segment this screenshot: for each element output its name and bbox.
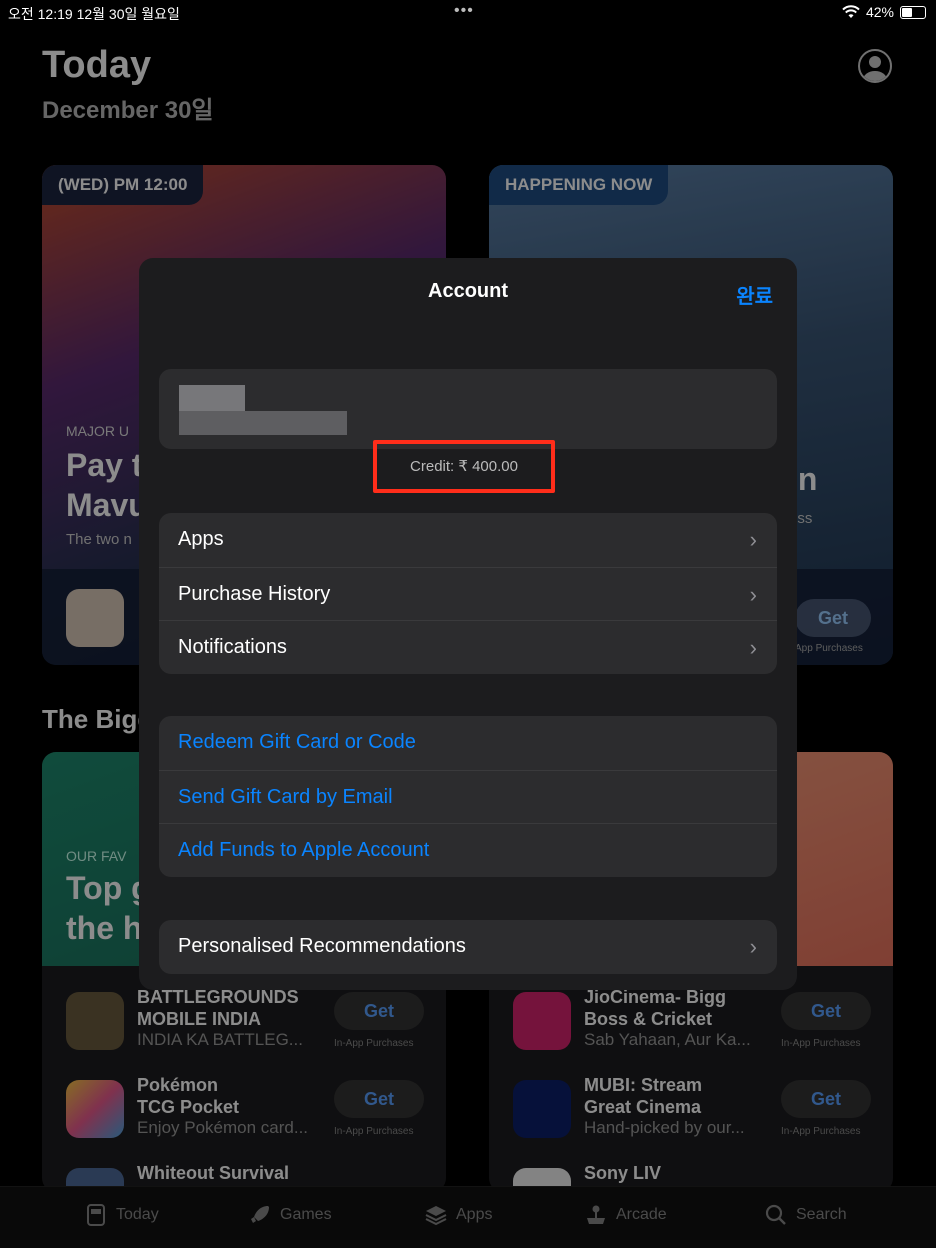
- get-button[interactable]: Get: [334, 1080, 424, 1118]
- tab-games[interactable]: Games: [248, 1203, 332, 1227]
- account-menu-group: Apps › Purchase History › Notifications …: [159, 513, 777, 674]
- card-subtitle: OUR FAV: [66, 848, 127, 864]
- card-headline: Top g the h: [66, 870, 151, 946]
- card-tag: HAPPENING NOW: [489, 165, 669, 205]
- today-icon: [87, 1204, 105, 1226]
- blurred-name: [179, 385, 245, 411]
- layers-icon: [425, 1206, 447, 1226]
- recommendations-group: Personalised Recommendations ›: [159, 920, 777, 974]
- add-funds-link[interactable]: Add Funds to Apple Account: [159, 823, 777, 877]
- in-app-purchases-label: In-App Purchases: [334, 1126, 414, 1137]
- menu-item-purchase-history[interactable]: Purchase History ›: [159, 566, 777, 621]
- list-item[interactable]: Pokémon TCG Pocket Enjoy Pokémon card...…: [66, 1075, 426, 1160]
- app-name: JioCinema- Bigg Boss & Cricket: [584, 987, 727, 1029]
- joystick-icon: [587, 1205, 605, 1224]
- redeem-gift-card-link[interactable]: Redeem Gift Card or Code: [159, 716, 777, 770]
- chevron-right-icon: ›: [749, 635, 757, 660]
- menu-item-label: Notifications: [178, 636, 287, 658]
- menu-item-apps[interactable]: Apps ›: [159, 513, 777, 567]
- get-button[interactable]: Get: [334, 992, 424, 1030]
- menu-item-notifications[interactable]: Notifications ›: [159, 620, 777, 674]
- chevron-right-icon: ›: [749, 581, 757, 607]
- get-button[interactable]: Get: [781, 1080, 871, 1118]
- in-app-purchases-label: In-App Purchases: [334, 1038, 414, 1049]
- tab-search[interactable]: Search: [764, 1203, 847, 1227]
- get-button[interactable]: Get: [781, 992, 871, 1030]
- tab-bar: Today Games Apps Arcade Search: [0, 1186, 936, 1248]
- card-tag: (WED) PM 12:00: [42, 165, 204, 205]
- app-name: Sony LIV: [584, 1163, 662, 1183]
- app-icon: [513, 1080, 571, 1138]
- menu-item-label: Apps: [178, 528, 224, 550]
- app-icon: [66, 992, 124, 1050]
- account-credit: Credit: ₹ 400.00: [410, 458, 518, 475]
- account-profile-row[interactable]: [159, 369, 777, 449]
- list-item[interactable]: MUBI: Stream Great Cinema Hand-picked by…: [513, 1075, 873, 1160]
- app-icon: [513, 992, 571, 1050]
- sheet-title: Account: [428, 280, 508, 302]
- account-sheet: Account 완료 Credit: ₹ 400.00 Apps › Purch…: [139, 258, 797, 990]
- get-button[interactable]: Get: [795, 599, 871, 637]
- card-description: The two n: [66, 531, 132, 548]
- tab-label: Search: [796, 1206, 847, 1223]
- gift-card-group: Redeem Gift Card or Code Send Gift Card …: [159, 716, 777, 877]
- app-description: INDIA KA BATTLEG...: [137, 1030, 303, 1049]
- menu-item-label: Personalised Recommendations: [178, 935, 466, 957]
- card-subtitle: MAJOR U: [66, 423, 129, 439]
- in-app-purchases-label: In-App Purchases: [781, 1126, 861, 1137]
- app-name: Whiteout Survival: [137, 1163, 290, 1183]
- tab-label: Arcade: [616, 1206, 667, 1223]
- app-name: BATTLEGROUNDS MOBILE INDIA: [137, 987, 299, 1029]
- page-date: December 30일: [42, 97, 214, 124]
- card-headline: Pay t Mavu: [66, 447, 148, 523]
- blurred-email: [179, 411, 347, 435]
- tab-apps[interactable]: Apps: [424, 1203, 492, 1227]
- tab-label: Games: [280, 1206, 332, 1223]
- section-title: The Bigg: [42, 704, 154, 734]
- tab-label: Today: [116, 1206, 159, 1223]
- search-icon: [765, 1204, 786, 1225]
- menu-item-personalised-recommendations[interactable]: Personalised Recommendations ›: [159, 920, 777, 974]
- tab-arcade[interactable]: Arcade: [584, 1203, 667, 1227]
- account-avatar-icon[interactable]: [858, 49, 892, 83]
- in-app-purchases-label: In-App Purchases: [781, 1038, 861, 1049]
- app-name: MUBI: Stream Great Cinema: [584, 1075, 703, 1117]
- send-gift-card-link[interactable]: Send Gift Card by Email: [159, 769, 777, 824]
- app-icon: [66, 589, 124, 647]
- list-item[interactable]: BATTLEGROUNDS MOBILE INDIA INDIA KA BATT…: [66, 987, 426, 1072]
- app-icon: [66, 1080, 124, 1138]
- app-description: Hand-picked by our...: [584, 1118, 745, 1137]
- app-description: Sab Yahaan, Aur Ka...: [584, 1030, 751, 1049]
- app-description: Enjoy Pokémon card...: [137, 1118, 309, 1137]
- list-item[interactable]: JioCinema- Bigg Boss & Cricket Sab Yahaa…: [513, 987, 873, 1072]
- chevron-right-icon: ›: [749, 527, 757, 552]
- tab-today[interactable]: Today: [84, 1203, 159, 1227]
- in-app-purchases-label: App Purchases: [795, 643, 863, 654]
- done-button[interactable]: 완료: [736, 280, 773, 309]
- app-name: Pokémon TCG Pocket: [137, 1075, 240, 1117]
- credit-highlight-box: Credit: ₹ 400.00: [373, 440, 555, 493]
- menu-item-label: Purchase History: [178, 582, 331, 605]
- chevron-right-icon: ›: [749, 934, 757, 959]
- page-title: Today: [42, 44, 152, 86]
- tab-label: Apps: [456, 1206, 493, 1223]
- rocket-icon: [251, 1206, 269, 1223]
